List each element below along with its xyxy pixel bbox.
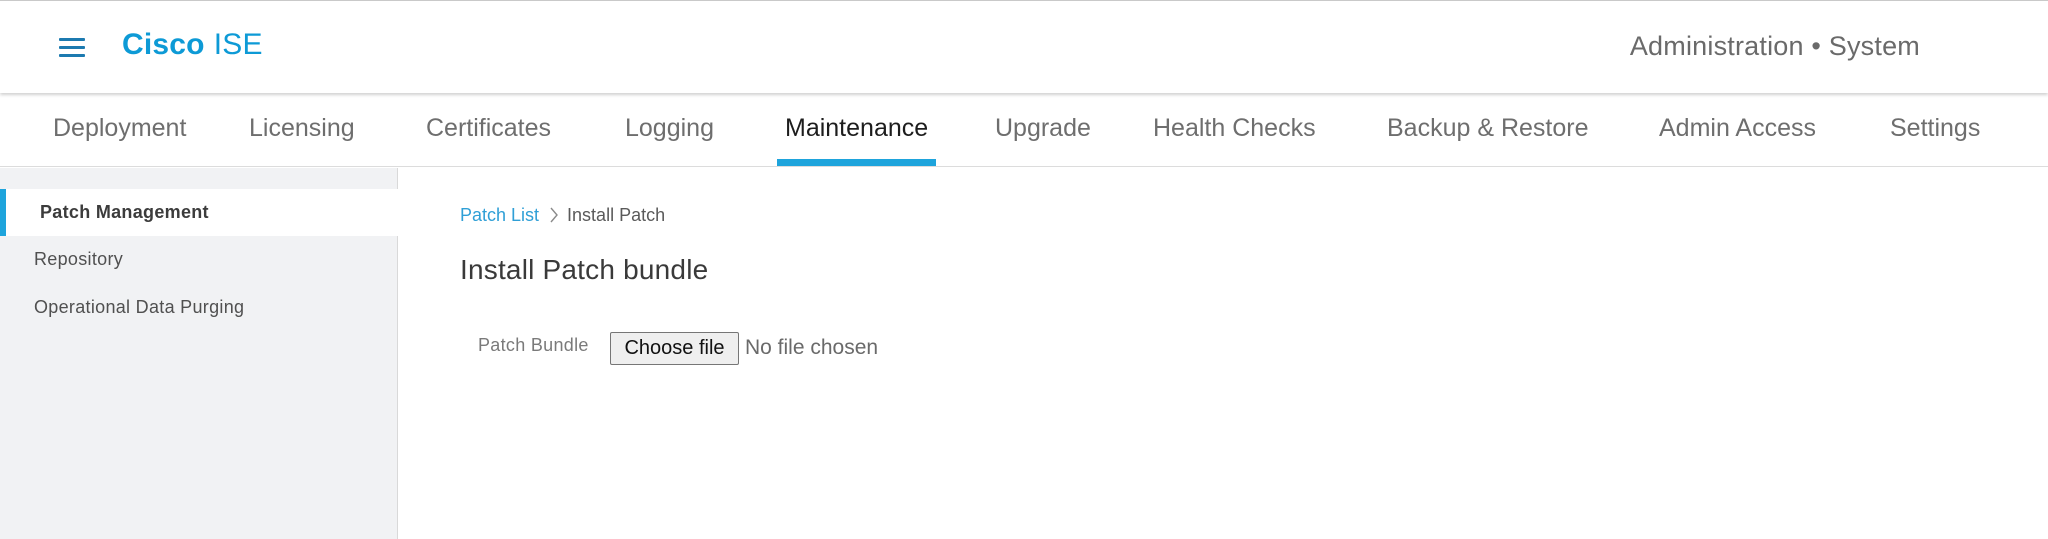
menu-icon[interactable] <box>56 35 88 61</box>
tab-backup-restore[interactable]: Backup & Restore <box>1387 93 1589 167</box>
brand-name: Cisco <box>122 28 205 61</box>
page-context-title: Administration • System <box>1629 31 1920 61</box>
active-tab-indicator <box>777 159 936 166</box>
sidebar-item-operational-data-purging[interactable]: Operational Data Purging <box>0 284 398 331</box>
tab-logging[interactable]: Logging <box>625 93 714 167</box>
breadcrumb-patch-list[interactable]: Patch List <box>460 205 539 225</box>
tab-maintenance[interactable]: Maintenance <box>785 93 928 167</box>
sidebar-item-patch-management[interactable]: Patch Management <box>0 189 398 236</box>
patch-bundle-label: Patch Bundle <box>478 335 589 355</box>
tab-settings[interactable]: Settings <box>1890 93 1980 167</box>
tab-bar: Deployment Licensing Certificates Loggin… <box>0 93 2048 167</box>
file-status-text: No file chosen <box>745 336 879 359</box>
sidebar-item-repository[interactable]: Repository <box>0 236 398 283</box>
tab-deployment[interactable]: Deployment <box>53 93 186 167</box>
breadcrumb: Patch List Install Patch <box>460 203 665 227</box>
top-header: Cisco ISE Administration • System <box>0 0 2048 93</box>
tab-admin-access[interactable]: Admin Access <box>1659 93 1816 167</box>
brand-product: ISE <box>213 28 263 61</box>
page-title: Install Patch bundle <box>460 254 709 285</box>
tab-upgrade[interactable]: Upgrade <box>995 93 1091 167</box>
sidebar: Patch Management Repository Operational … <box>0 168 398 539</box>
breadcrumb-current: Install Patch <box>567 205 666 225</box>
tab-certificates[interactable]: Certificates <box>426 93 551 167</box>
app-logo[interactable]: Cisco ISE <box>122 28 263 62</box>
tab-health-checks[interactable]: Health Checks <box>1153 93 1316 167</box>
tab-licensing[interactable]: Licensing <box>249 93 355 167</box>
chevron-right-icon <box>549 203 559 227</box>
choose-file-button[interactable]: Choose file <box>610 332 739 365</box>
